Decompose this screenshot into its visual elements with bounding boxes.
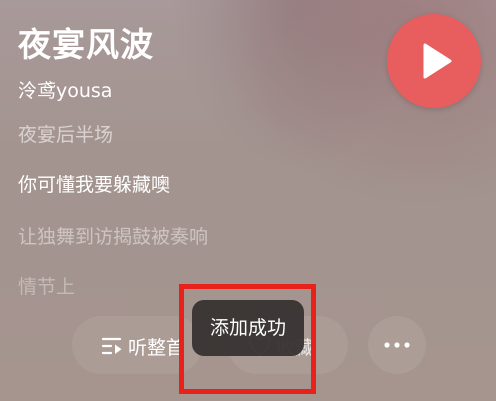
play-icon [423,43,452,79]
highlight-box [179,284,316,394]
playlist-icon [101,337,122,355]
lyric-line: 让独舞到访揭鼓被奏响 [18,226,209,248]
play-button[interactable] [387,14,481,108]
lyric-line: 夜宴后半场 [18,124,114,146]
more-button[interactable] [368,316,426,374]
lyric-line-current: 你可懂我要躲藏噢 [18,174,171,196]
lyric-line: 情节上 [18,276,76,298]
song-title: 夜宴风波 [18,25,154,64]
artist-name[interactable]: 泠鸢yousa [18,76,112,103]
more-icon [384,342,410,348]
listen-full-label: 听整首 [128,337,186,359]
